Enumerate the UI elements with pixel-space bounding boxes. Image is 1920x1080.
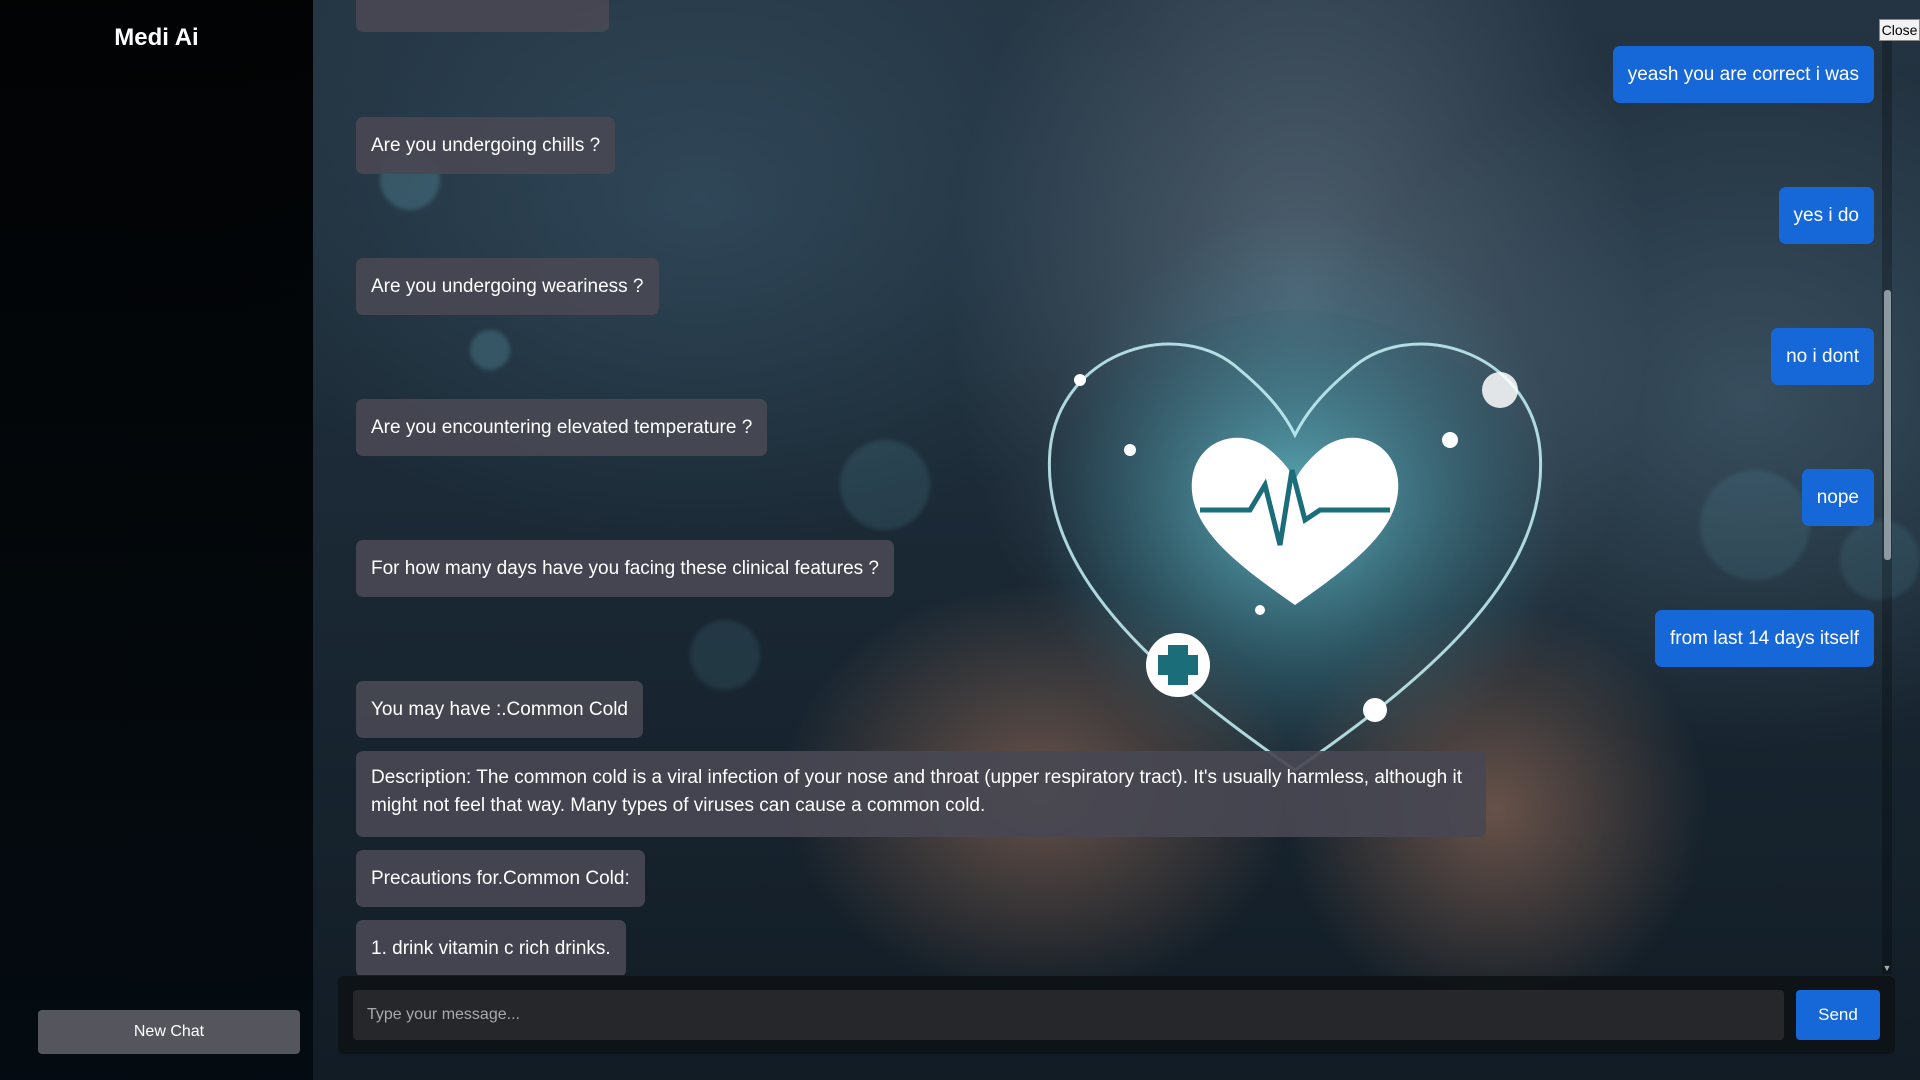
user-message: yes i do [1778,187,1874,244]
scroll-down-icon[interactable]: ▼ [1882,963,1892,973]
diagnosis-message: You may have :.Common Cold [356,681,643,738]
user-message: nope [1801,469,1874,526]
user-message: no i dont [1771,328,1874,385]
send-button[interactable]: Send [1796,990,1880,1040]
bot-message: Are you undergoing weariness ? [356,258,659,315]
description-message: Description: The common cold is a viral … [356,751,1486,837]
precaution-item-message: 1. drink vitamin c rich drinks. [356,920,626,975]
precautions-heading-message: Precautions for.Common Cold: [356,850,645,907]
sidebar: Medi Ai New Chat [0,0,313,1080]
bot-message: For how many days have you facing these … [356,540,894,597]
bot-message-partial [356,0,609,32]
scrollbar-thumb[interactable] [1884,290,1891,560]
message-input[interactable] [353,990,1784,1040]
chat-messages[interactable]: Are you undergoing chills ? Are you unde… [313,0,1920,975]
bot-message: Are you undergoing chills ? [356,117,616,174]
close-button[interactable]: Close [1879,19,1920,41]
new-chat-button[interactable]: New Chat [38,1010,300,1054]
bot-message: Are you encountering elevated temperatur… [356,399,768,456]
user-message: yeash you are correct i was [1612,46,1874,103]
app-title: Medi Ai [114,24,199,51]
user-message: from last 14 days itself [1654,610,1874,667]
